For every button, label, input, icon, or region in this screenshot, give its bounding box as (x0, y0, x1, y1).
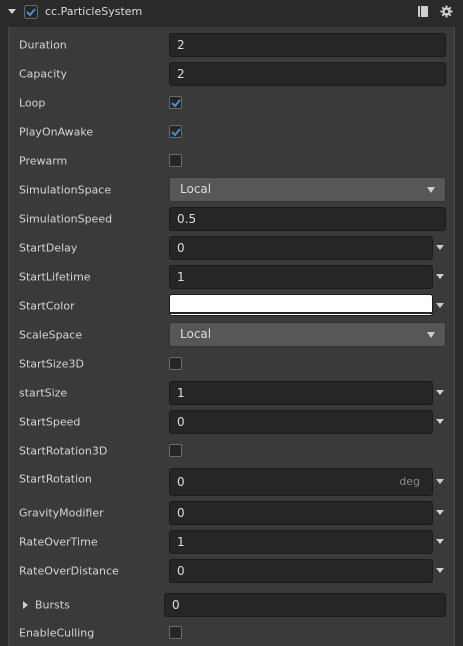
prop-scale-space: ScaleSpace Local (9, 322, 454, 348)
start-rotation-3d-checkbox[interactable] (169, 444, 182, 457)
start-size-3d-label: StartSize3D (19, 357, 84, 371)
scale-space-value: Local (180, 327, 212, 341)
capacity-label: Capacity (19, 67, 68, 81)
expand-arrow-icon[interactable] (23, 601, 28, 609)
simulation-space-label: SimulationSpace (19, 183, 112, 197)
start-color-mode-dropdown-icon[interactable] (436, 303, 444, 308)
start-rotation-mode-dropdown-icon[interactable] (436, 479, 444, 484)
prop-rate-over-time: RateOverTime 1 (9, 529, 454, 555)
gravity-modifier-input[interactable]: 0 (169, 501, 433, 525)
rate-over-time-mode-dropdown-icon[interactable] (436, 539, 444, 544)
play-on-awake-label: PlayOnAwake (19, 125, 94, 139)
start-delay-input[interactable]: 0 (169, 236, 433, 260)
prop-start-size-3d: StartSize3D (9, 351, 454, 377)
bursts-count-input[interactable]: 0 (164, 593, 446, 617)
start-lifetime-mode-dropdown-icon[interactable] (436, 274, 444, 279)
prop-simulation-speed: SimulationSpeed 0.5 (9, 206, 454, 232)
start-delay-mode-dropdown-icon[interactable] (436, 245, 444, 250)
start-speed-mode-dropdown-icon[interactable] (436, 419, 444, 424)
dropdown-arrow-icon (427, 332, 435, 338)
loop-checkbox[interactable] (169, 96, 182, 109)
prewarm-checkbox[interactable] (169, 154, 182, 167)
start-rotation-value: 0 (177, 475, 185, 489)
prop-start-rotation: StartRotation 0 deg (9, 467, 454, 497)
chevron-down-icon[interactable] (8, 9, 16, 14)
prewarm-label: Prewarm (19, 154, 68, 168)
properties-panel: Duration 2 Capacity 2 Loop PlayOnAwake P… (8, 27, 455, 646)
start-size-mode-dropdown-icon[interactable] (436, 390, 444, 395)
scale-space-select[interactable]: Local (169, 322, 446, 347)
enable-culling-checkbox[interactable] (169, 626, 182, 639)
start-rotation-3d-label: StartRotation3D (19, 444, 108, 458)
bursts-label: Bursts (35, 598, 70, 612)
dropdown-arrow-icon (427, 187, 435, 193)
book-icon[interactable] (417, 5, 429, 18)
simulation-speed-label: SimulationSpeed (19, 212, 113, 226)
gear-icon[interactable] (440, 5, 453, 18)
start-speed-label: StartSpeed (19, 415, 81, 429)
play-on-awake-checkbox[interactable] (169, 125, 182, 138)
capacity-input[interactable]: 2 (169, 62, 446, 86)
prop-start-color: StartColor (9, 293, 454, 319)
prop-start-delay: StartDelay 0 (9, 235, 454, 261)
scale-space-label: ScaleSpace (19, 328, 83, 342)
prop-play-on-awake: PlayOnAwake (9, 119, 454, 145)
loop-label: Loop (19, 96, 46, 110)
rate-over-distance-input[interactable]: 0 (169, 559, 433, 583)
prop-duration: Duration 2 (9, 32, 454, 58)
rate-over-distance-label: RateOverDistance (19, 564, 119, 578)
simulation-space-value: Local (180, 182, 212, 196)
simulation-space-select[interactable]: Local (169, 177, 446, 202)
start-lifetime-label: StartLifetime (19, 270, 91, 284)
duration-input[interactable]: 2 (169, 33, 446, 57)
start-size-label: startSize (19, 386, 68, 400)
start-lifetime-input[interactable]: 1 (169, 265, 433, 289)
gravity-modifier-label: GravityModifier (19, 506, 104, 520)
duration-label: Duration (19, 38, 67, 52)
start-speed-input[interactable]: 0 (169, 410, 433, 434)
start-rotation-input[interactable]: 0 deg (169, 468, 433, 496)
component-header: cc.ParticleSystem (0, 0, 463, 24)
prop-capacity: Capacity 2 (9, 61, 454, 87)
start-color-alpha-bar (170, 312, 432, 314)
start-delay-label: StartDelay (19, 241, 78, 255)
prop-prewarm: Prewarm (9, 148, 454, 174)
prop-simulation-space: SimulationSpace Local (9, 177, 454, 203)
start-rotation-label: StartRotation (19, 472, 92, 486)
prop-enable-culling: EnableCulling (9, 620, 454, 646)
start-size-3d-checkbox[interactable] (169, 357, 182, 370)
rate-over-distance-mode-dropdown-icon[interactable] (436, 568, 444, 573)
simulation-speed-input[interactable]: 0.5 (169, 207, 446, 231)
start-rotation-unit: deg (399, 475, 420, 488)
start-size-input[interactable]: 1 (169, 381, 433, 405)
prop-rate-over-distance: RateOverDistance 0 (9, 558, 454, 584)
gravity-modifier-mode-dropdown-icon[interactable] (436, 510, 444, 515)
start-color-label: StartColor (19, 299, 75, 313)
component-title: cc.ParticleSystem (45, 5, 143, 18)
prop-start-rotation-3d: StartRotation3D (9, 438, 454, 464)
prop-start-size: startSize 1 (9, 380, 454, 406)
prop-gravity-modifier: GravityModifier 0 (9, 500, 454, 526)
prop-loop: Loop (9, 90, 454, 116)
enable-culling-label: EnableCulling (19, 626, 95, 640)
rate-over-time-input[interactable]: 1 (169, 530, 433, 554)
component-enabled-checkbox[interactable] (24, 5, 38, 19)
prop-start-lifetime: StartLifetime 1 (9, 264, 454, 290)
prop-start-speed: StartSpeed 0 (9, 409, 454, 435)
prop-bursts: Bursts 0 (9, 592, 454, 618)
rate-over-time-label: RateOverTime (19, 535, 98, 549)
